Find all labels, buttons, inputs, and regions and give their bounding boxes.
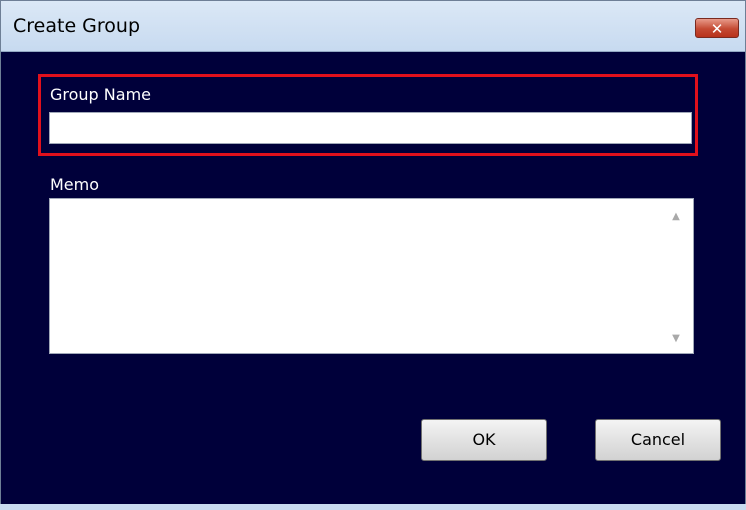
scroll-up-icon[interactable]: ▲ — [670, 211, 682, 223]
ok-button[interactable]: OK — [421, 419, 547, 461]
dialog-title: Create Group — [13, 15, 141, 37]
group-name-label: Group Name — [50, 85, 151, 104]
close-icon: ✕ — [710, 20, 724, 38]
cancel-button[interactable]: Cancel — [595, 419, 721, 461]
scroll-down-icon[interactable]: ▼ — [670, 333, 682, 345]
close-button[interactable]: ✕ — [695, 18, 739, 38]
title-bar: Create Group ✕ — [1, 1, 745, 52]
memo-textarea[interactable] — [50, 199, 666, 353]
window-bottom-edge — [0, 504, 746, 510]
create-group-dialog: Create Group ✕ Group Name Memo ▲ ▼ OK Ca… — [0, 0, 746, 510]
memo-scrollbar[interactable]: ▲ ▼ — [660, 199, 693, 353]
memo-field — [49, 198, 694, 354]
memo-label: Memo — [50, 175, 100, 194]
group-name-input[interactable] — [49, 112, 692, 144]
